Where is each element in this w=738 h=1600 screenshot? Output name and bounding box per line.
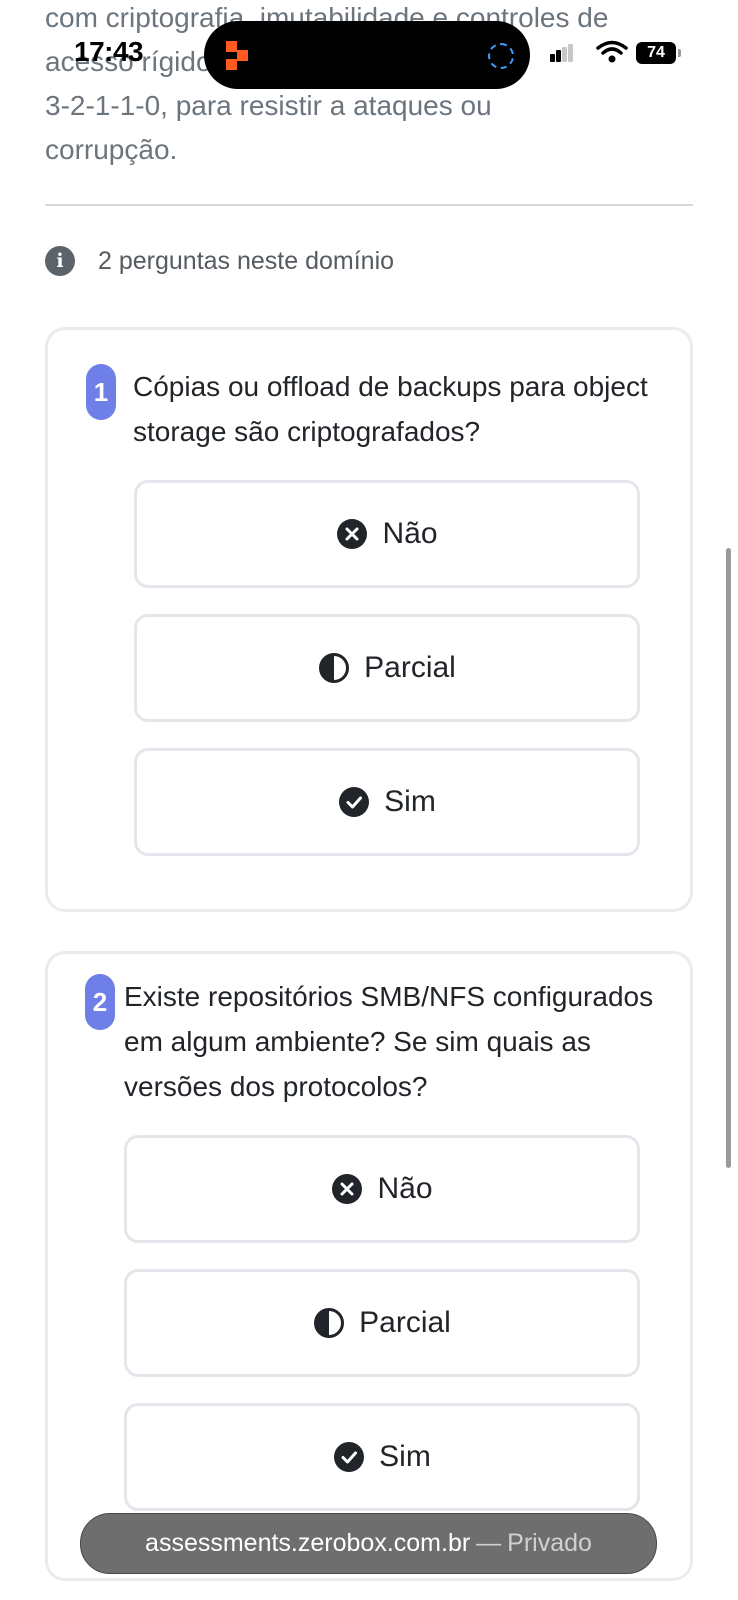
question-card-1: 1 Cópias ou offload de backups para obje… — [45, 327, 693, 912]
option-label: Sim — [384, 785, 436, 818]
app-activity-icon — [226, 41, 248, 70]
half-circle-icon — [319, 653, 350, 683]
cellular-signal-icon — [550, 44, 573, 62]
option-parcial-button[interactable]: Parcial — [134, 614, 640, 722]
address-bar[interactable]: assessments.zerobox.com.br — Privado — [80, 1513, 657, 1574]
question-number-badge: 1 — [86, 364, 116, 420]
option-label: Sim — [379, 1440, 431, 1473]
option-nao-button[interactable]: Não — [124, 1135, 640, 1243]
question-text: Existe repositórios SMB/NFS configurados… — [124, 981, 654, 1102]
scroll-indicator[interactable] — [726, 548, 731, 1168]
url-domain: assessments.zerobox.com.br — [145, 1529, 471, 1557]
description-line: corrupção. — [45, 134, 178, 165]
status-time: 17:43 — [74, 36, 144, 67]
private-mode-label: Privado — [507, 1529, 592, 1557]
option-label: Não — [382, 517, 438, 550]
question-text: Cópias ou offload de backups para object… — [133, 371, 648, 447]
option-label: Não — [377, 1172, 433, 1205]
question-card-2: 2 Existe repositórios SMB/NFS configurad… — [45, 951, 693, 1581]
battery-nub — [678, 49, 681, 57]
info-circle-icon: i — [45, 246, 75, 276]
option-sim-button[interactable]: Sim — [124, 1403, 640, 1511]
option-parcial-button[interactable]: Parcial — [124, 1269, 640, 1377]
x-circle-icon — [337, 519, 368, 549]
x-circle-icon — [332, 1174, 363, 1204]
option-label: Parcial — [364, 651, 456, 684]
option-label: Parcial — [359, 1306, 451, 1339]
description-line: 3-2-1-1-0, para resistir a ataques ou — [45, 90, 492, 121]
option-sim-button[interactable]: Sim — [134, 748, 640, 856]
battery-icon: 74 — [636, 42, 676, 64]
activity-spinner-icon — [488, 43, 514, 69]
check-circle-icon — [339, 787, 370, 817]
section-divider — [45, 204, 693, 206]
half-circle-icon — [314, 1308, 345, 1338]
check-circle-icon — [334, 1442, 365, 1472]
question-count-text: 2 perguntas neste domínio — [98, 247, 395, 275]
question-number-badge: 2 — [85, 974, 115, 1030]
wifi-icon — [596, 40, 628, 63]
page: com criptografia, imutabilidade e contro… — [0, 0, 738, 1600]
option-nao-button[interactable]: Não — [134, 480, 640, 588]
dynamic-island — [204, 21, 530, 89]
url-separator: — — [476, 1529, 502, 1557]
